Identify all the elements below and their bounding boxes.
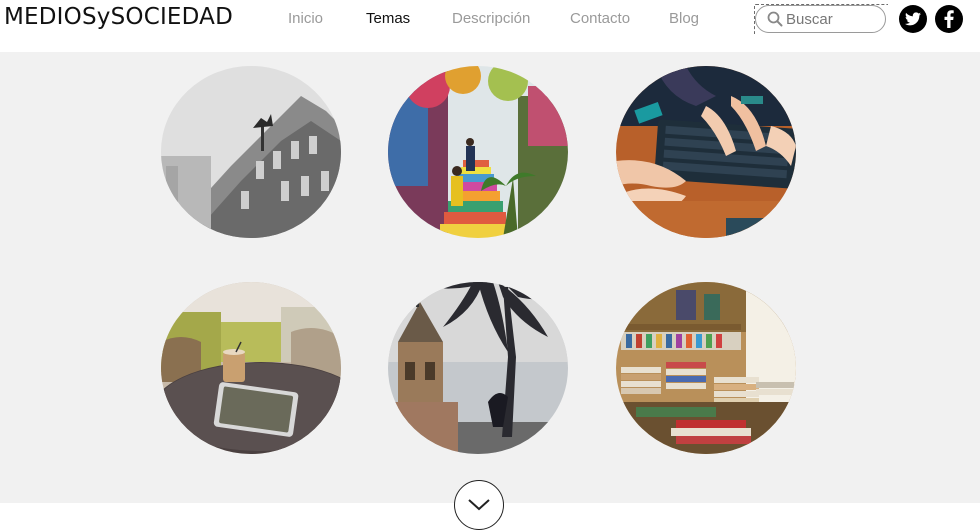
- gallery-section: [0, 52, 980, 503]
- gallery-item-church[interactable]: [388, 282, 568, 454]
- nav-item-contacto[interactable]: Contacto: [570, 10, 630, 27]
- nav-item-temas[interactable]: Temas: [366, 10, 410, 27]
- twitter-button[interactable]: [899, 5, 927, 33]
- nav-item-descripcion[interactable]: Descripción: [452, 10, 530, 27]
- photo-stairs: [388, 66, 568, 238]
- gallery-item-building[interactable]: [161, 66, 341, 238]
- site-header: MEDIOSySOCIEDAD Inicio Temas Descripción…: [0, 0, 980, 52]
- scroll-down-button[interactable]: [454, 480, 504, 530]
- gallery-item-books[interactable]: [616, 282, 796, 454]
- facebook-button[interactable]: [935, 5, 963, 33]
- search-icon: [767, 11, 783, 27]
- photo-church: [388, 282, 568, 454]
- photo-books: [616, 282, 796, 454]
- facebook-icon: [944, 10, 954, 28]
- photo-keyboard: [616, 66, 796, 238]
- photo-cafe: [161, 282, 341, 454]
- search-box[interactable]: [755, 5, 886, 33]
- nav-item-blog[interactable]: Blog: [669, 10, 699, 27]
- gallery-item-keyboard[interactable]: [616, 66, 796, 238]
- chevron-down-icon: [468, 499, 490, 511]
- gallery-item-cafe[interactable]: [161, 282, 341, 454]
- gallery-item-stairs[interactable]: [388, 66, 568, 238]
- search-input[interactable]: [786, 9, 878, 29]
- nav-item-inicio[interactable]: Inicio: [288, 10, 323, 27]
- site-logo[interactable]: MEDIOSySOCIEDAD: [4, 4, 233, 30]
- twitter-icon: [905, 12, 921, 26]
- photo-building: [161, 66, 341, 238]
